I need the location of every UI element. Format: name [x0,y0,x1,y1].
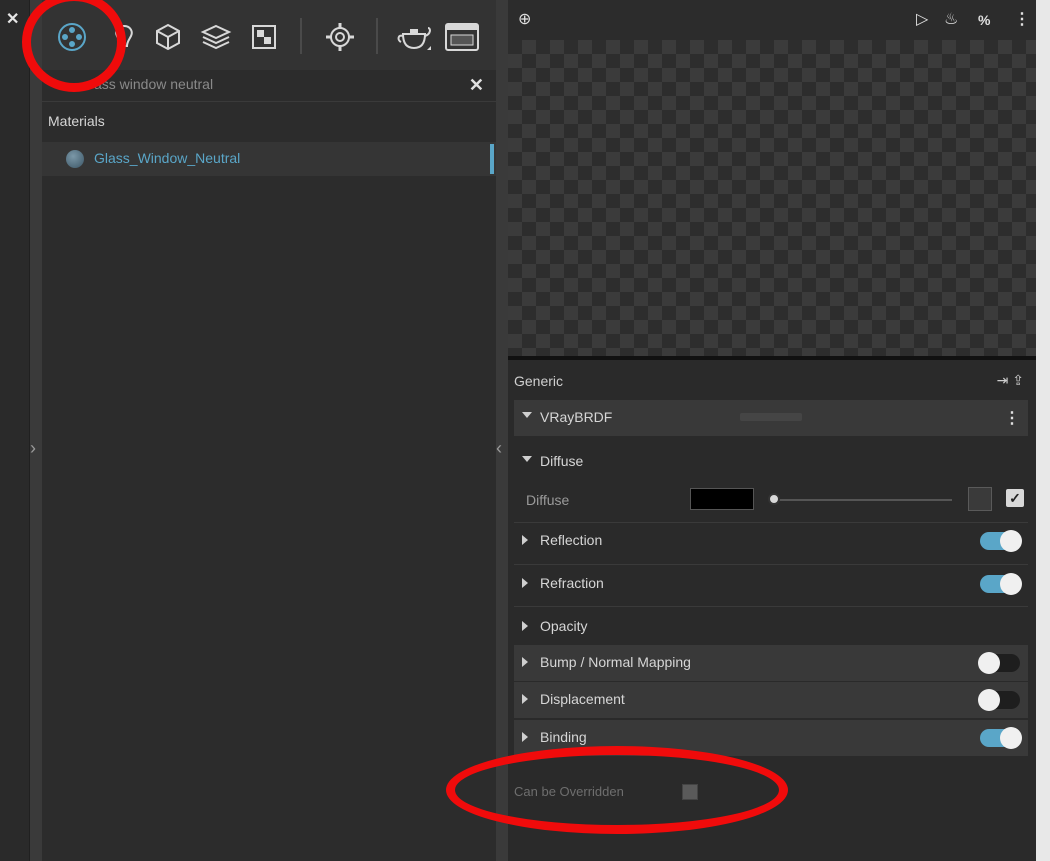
material-sphere-icon [66,150,84,168]
toolbar-separator [376,18,378,54]
section-label: Diffuse [540,453,584,469]
slider-handle[interactable] [768,493,780,505]
name-bar [740,413,802,421]
generic-actions-icon[interactable]: ⇥ ⇪ [997,372,1024,389]
divider [514,564,1028,565]
diffuse-param-label: Diffuse [526,492,570,508]
textures-icon[interactable] [244,17,284,57]
geometry-icon[interactable] [148,17,188,57]
section-label: Reflection [540,532,603,548]
material-name: Glass_Window_Neutral [94,150,241,166]
bump-toggle[interactable] [978,652,1020,674]
render-teapot-icon[interactable] [394,17,434,57]
frame-buffer-icon[interactable] [442,17,482,57]
opacity-section[interactable]: Opacity [514,609,1028,645]
section-label: VRayBRDF [540,409,613,425]
caret-right-icon [522,657,528,667]
binding-section[interactable]: Binding [514,720,1028,756]
toolbar-separator [300,18,302,54]
diffuse-section[interactable]: Diffuse [514,444,1028,480]
search-input[interactable]: ass window neutral [94,76,213,92]
texture-slot-icon[interactable] [968,487,992,511]
search-bar[interactable]: ass window neutral ✕ [42,70,496,102]
clear-search-icon[interactable]: ✕ [469,75,484,96]
list-item[interactable]: Glass_Window_Neutral [42,142,496,176]
refraction-section[interactable]: Refraction [514,566,1028,602]
caret-right-icon [522,694,528,704]
vraybrdf-section[interactable]: VRayBRDF ⋮ [514,400,1028,436]
scene-options-icon[interactable]: % [978,12,990,28]
section-label: Binding [540,729,587,745]
left-strip: ✕ [0,0,30,861]
settings-icon[interactable] [320,17,360,57]
materials-icon[interactable] [52,17,92,57]
teapot-icon[interactable]: ♨ [944,12,958,28]
materials-header: Materials [48,113,105,129]
override-row: Can be Overridden [514,780,814,804]
selection-accent [490,144,494,174]
diffuse-slider[interactable] [772,499,952,501]
preview-toolbar: ⊕ ▷ ♨ % ⋮ [508,0,1036,40]
displacement-toggle[interactable] [978,689,1020,711]
properties-panel: Generic ⇥ ⇪ VRayBRDF ⋮ Diffuse Diffuse ✓… [508,360,1036,861]
divider [514,606,1028,607]
asset-editor-toolbar [42,0,496,70]
diffuse-checkbox[interactable]: ✓ [1006,489,1024,507]
close-icon[interactable]: ✕ [6,12,19,28]
kebab-icon[interactable]: ⋮ [1014,12,1030,28]
section-label: Bump / Normal Mapping [540,654,691,670]
diffuse-row: Diffuse ✓ [514,484,1028,518]
override-label: Can be Overridden [514,784,624,799]
caret-right-icon [522,578,528,588]
section-label: Refraction [540,575,604,591]
chevron-right-icon[interactable]: › [30,438,36,459]
displacement-section[interactable]: Displacement [514,682,1028,718]
caret-down-icon [522,412,532,418]
binding-toggle[interactable] [980,727,1022,749]
chevron-left-icon[interactable]: ‹ [496,438,508,459]
caret-down-icon [522,456,532,462]
diffuse-color-swatch[interactable] [690,488,754,510]
caret-right-icon [522,732,528,742]
bump-section[interactable]: Bump / Normal Mapping [514,645,1028,681]
section-label: Displacement [540,691,625,707]
override-checkbox[interactable] [682,784,698,800]
material-preview [508,40,1036,358]
section-label: Opacity [540,618,588,634]
caret-right-icon [522,621,528,631]
generic-label: Generic [514,373,564,389]
reflection-section[interactable]: Reflection [514,523,1028,559]
caret-right-icon [522,535,528,545]
lights-icon[interactable] [104,17,144,57]
pin-icon[interactable]: ⊕ [518,12,531,28]
window-edge [1036,0,1050,861]
asset-library-panel: ass window neutral ✕ Materials Glass_Win… [42,70,496,861]
reflection-toggle[interactable] [980,530,1022,552]
layers-icon[interactable] [196,17,236,57]
refraction-toggle[interactable] [980,573,1022,595]
panel-divider[interactable]: ‹ [496,0,508,861]
kebab-icon[interactable]: ⋮ [1004,408,1020,428]
play-icon[interactable]: ▷ [916,12,928,28]
left-divider[interactable]: › [30,0,42,861]
